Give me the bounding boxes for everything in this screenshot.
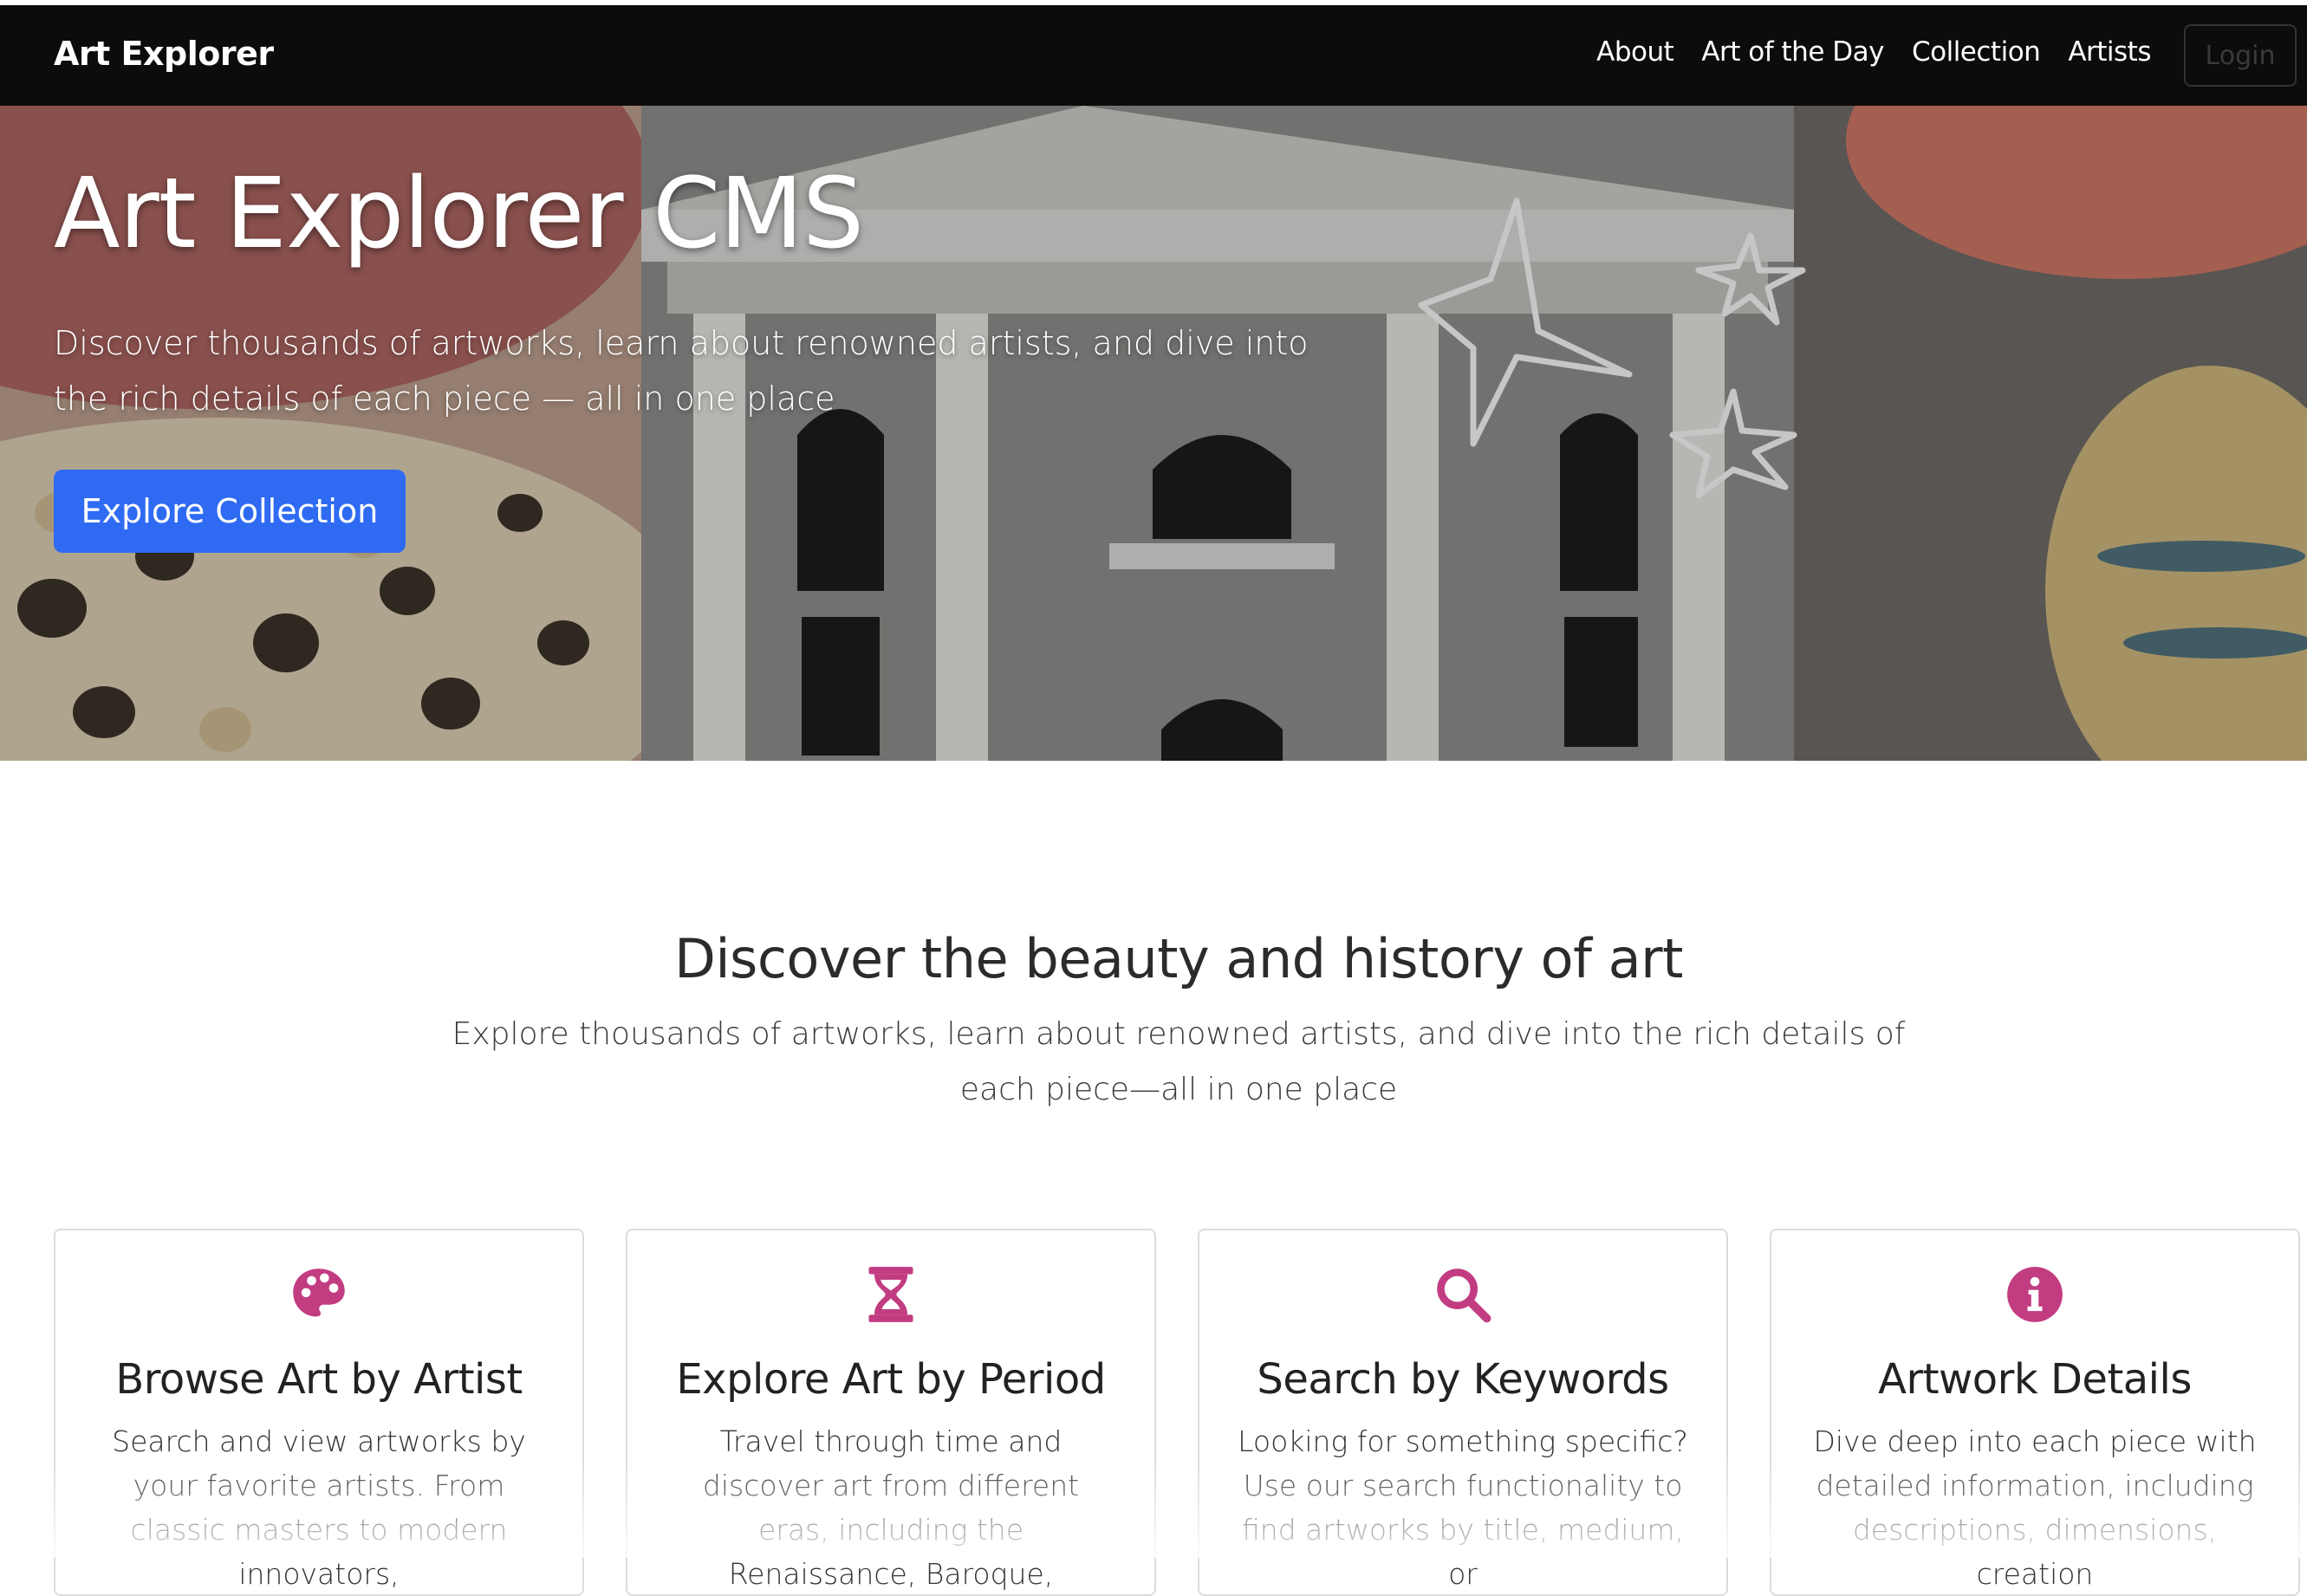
feature-card-period[interactable]: Explore Art by Period Travel through tim… xyxy=(626,1229,1156,1596)
hero-lead: Discover thousands of artworks, learn ab… xyxy=(54,324,1309,418)
card-text: Looking for something specific? Use our … xyxy=(1238,1424,1688,1591)
brand-logo[interactable]: Art Explorer xyxy=(54,35,274,73)
magnifier-icon xyxy=(1199,1265,1726,1329)
card-text: Search and view artworks by your favorit… xyxy=(112,1424,526,1591)
nav-links: About Art of the Day Collection Artists xyxy=(1596,36,2151,68)
hourglass-icon xyxy=(627,1265,1154,1329)
feature-card-artist[interactable]: Browse Art by Artist Search and view art… xyxy=(54,1229,584,1596)
nav-link-art-of-the-day[interactable]: Art of the Day xyxy=(1701,36,1884,68)
intro-title: Discover the beauty and history of art xyxy=(674,927,1683,990)
card-title: Browse Art by Artist xyxy=(115,1355,523,1404)
card-title: Explore Art by Period xyxy=(676,1355,1106,1404)
hero-title: Art Explorer CMS xyxy=(54,158,864,270)
feature-card-details[interactable]: Artwork Details Dive deep into each piec… xyxy=(1770,1229,2300,1596)
hero-banner: Art Explorer CMS Discover thousands of a… xyxy=(0,106,2307,761)
nav-link-collection[interactable]: Collection xyxy=(1912,36,2041,68)
nav-link-about[interactable]: About xyxy=(1596,36,1674,68)
explore-collection-button[interactable]: Explore Collection xyxy=(54,470,406,553)
intro-text: Explore thousands of artworks, learn abo… xyxy=(452,1016,1906,1107)
card-title: Search by Keywords xyxy=(1257,1355,1669,1404)
nav-link-artists[interactable]: Artists xyxy=(2068,36,2151,68)
navbar: Art Explorer About Art of the Day Collec… xyxy=(0,5,2307,106)
feature-cards: Browse Art by Artist Search and view art… xyxy=(54,1229,2307,1596)
login-button[interactable]: Login xyxy=(2184,24,2297,87)
feature-card-keywords[interactable]: Search by Keywords Looking for something… xyxy=(1198,1229,1728,1596)
card-title: Artwork Details xyxy=(1878,1355,2192,1404)
info-icon xyxy=(1771,1265,2298,1329)
card-text: Dive deep into each piece with detailed … xyxy=(1813,1424,2257,1591)
palette-icon xyxy=(55,1265,582,1329)
card-text: Travel through time and discover art fro… xyxy=(702,1424,1080,1591)
